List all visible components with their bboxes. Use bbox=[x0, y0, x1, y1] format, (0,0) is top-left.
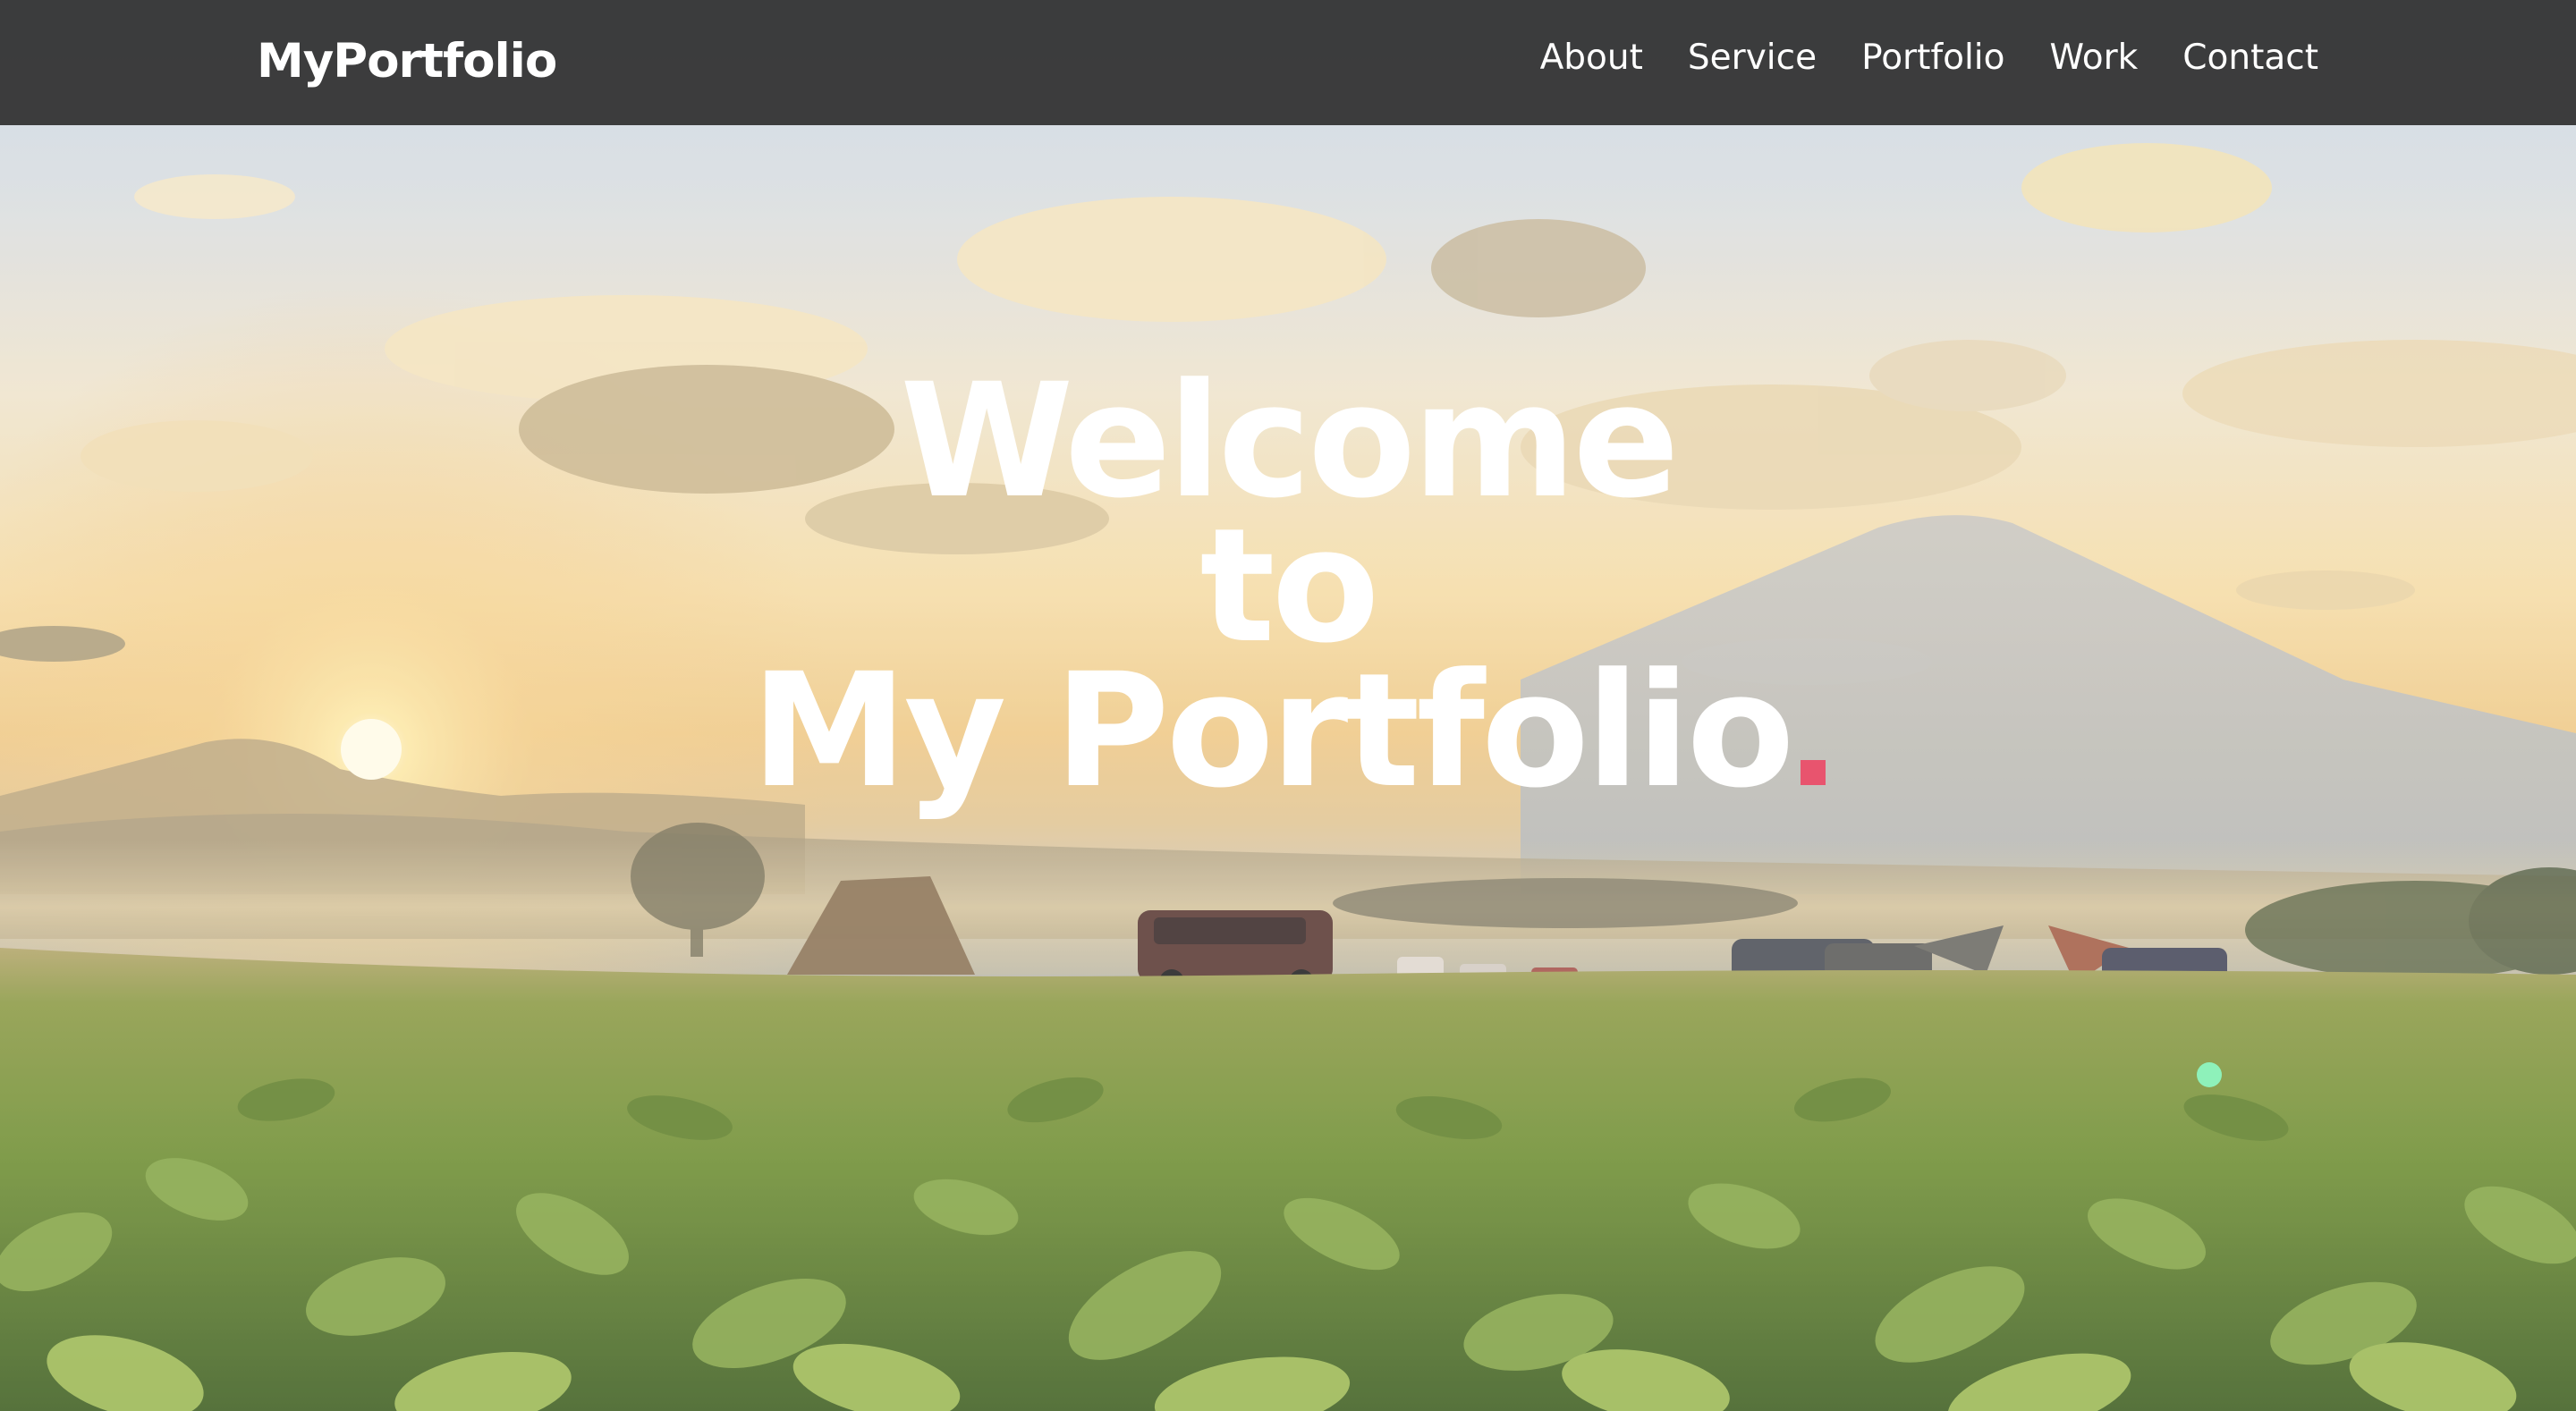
headline-line-portfolio: My Portfolio bbox=[0, 653, 2576, 810]
main-nav: About Service Portfolio Work Contact bbox=[1540, 38, 2318, 78]
nav-link-portfolio[interactable]: Portfolio bbox=[1861, 38, 2004, 78]
nav-link-work[interactable]: Work bbox=[2050, 38, 2139, 78]
hero-headline: Welcome to My Portfolio bbox=[0, 350, 2576, 810]
top-navbar: MyPortfolio About Service Portfolio Work… bbox=[0, 0, 2576, 125]
headline-line-to: to bbox=[1199, 494, 1379, 679]
accent-dot bbox=[1800, 760, 1826, 786]
headline-portfolio-text: My Portfolio bbox=[750, 639, 1794, 824]
site-logo[interactable]: MyPortfolio bbox=[257, 34, 557, 89]
nav-link-about[interactable]: About bbox=[1540, 38, 1643, 78]
nav-link-service[interactable]: Service bbox=[1688, 38, 1817, 78]
headline-line-welcome: Welcome bbox=[900, 350, 1680, 534]
nav-link-contact[interactable]: Contact bbox=[2182, 38, 2318, 78]
